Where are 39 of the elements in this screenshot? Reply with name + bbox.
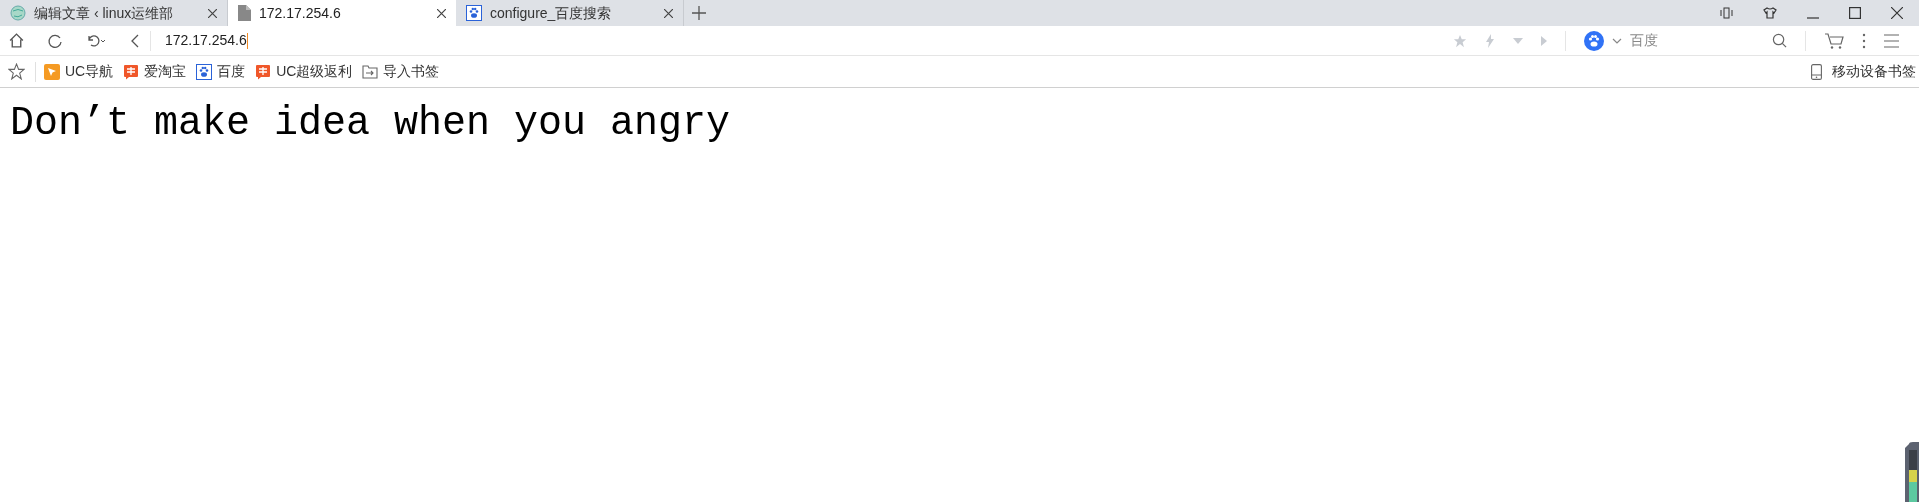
mobile-bookmarks-link[interactable]: 移动设备书签 <box>1811 61 1916 82</box>
chevron-icon[interactable] <box>1612 37 1622 44</box>
more-icon[interactable] <box>1862 32 1866 49</box>
address-field[interactable]: 172.17.254.6 <box>151 30 1451 51</box>
bookmark-item[interactable]: UC超级返利 <box>255 61 353 82</box>
phone-icon <box>1811 63 1822 80</box>
back-icon[interactable] <box>129 32 141 49</box>
close-icon[interactable] <box>208 8 217 18</box>
bookmark-item[interactable]: 导入书签 <box>362 61 440 82</box>
import-icon <box>362 64 379 79</box>
close-icon[interactable] <box>437 8 446 18</box>
bookmark-item[interactable]: UC导航 <box>44 61 114 82</box>
star-icon[interactable] <box>1453 33 1467 48</box>
star-icon[interactable] <box>8 63 25 80</box>
maximize-icon[interactable] <box>1849 7 1861 19</box>
bookmark-item[interactable]: 爱淘宝 <box>123 61 187 82</box>
vibrate-icon[interactable] <box>1720 7 1733 19</box>
bookmark-item[interactable]: 百度 <box>196 61 246 82</box>
close-icon[interactable] <box>664 8 673 18</box>
paw-icon <box>196 63 213 80</box>
speech-bubble-icon <box>123 63 140 80</box>
search-field[interactable]: 百度 <box>1584 30 1754 51</box>
globe-icon <box>10 5 26 21</box>
search-icon[interactable] <box>1772 33 1787 48</box>
meter-widget-drawing <box>1905 442 1919 502</box>
reload-icon[interactable] <box>47 32 63 49</box>
shirt-icon[interactable] <box>1763 7 1777 19</box>
paw-icon <box>466 5 482 21</box>
page-icon <box>238 5 251 21</box>
browser-tab[interactable]: 172.17.254.6 <box>228 0 456 26</box>
undo-icon[interactable] <box>85 32 107 49</box>
cart-icon[interactable] <box>1824 31 1844 50</box>
home-icon[interactable] <box>8 32 25 49</box>
paw-icon <box>1584 30 1604 51</box>
close-icon[interactable] <box>1891 7 1903 19</box>
speech-bubble-icon <box>255 63 272 80</box>
cursor-icon <box>44 63 60 80</box>
new-tab-icon[interactable] <box>692 6 706 20</box>
page-heading: Don’t make idea when you angry <box>9 100 731 148</box>
